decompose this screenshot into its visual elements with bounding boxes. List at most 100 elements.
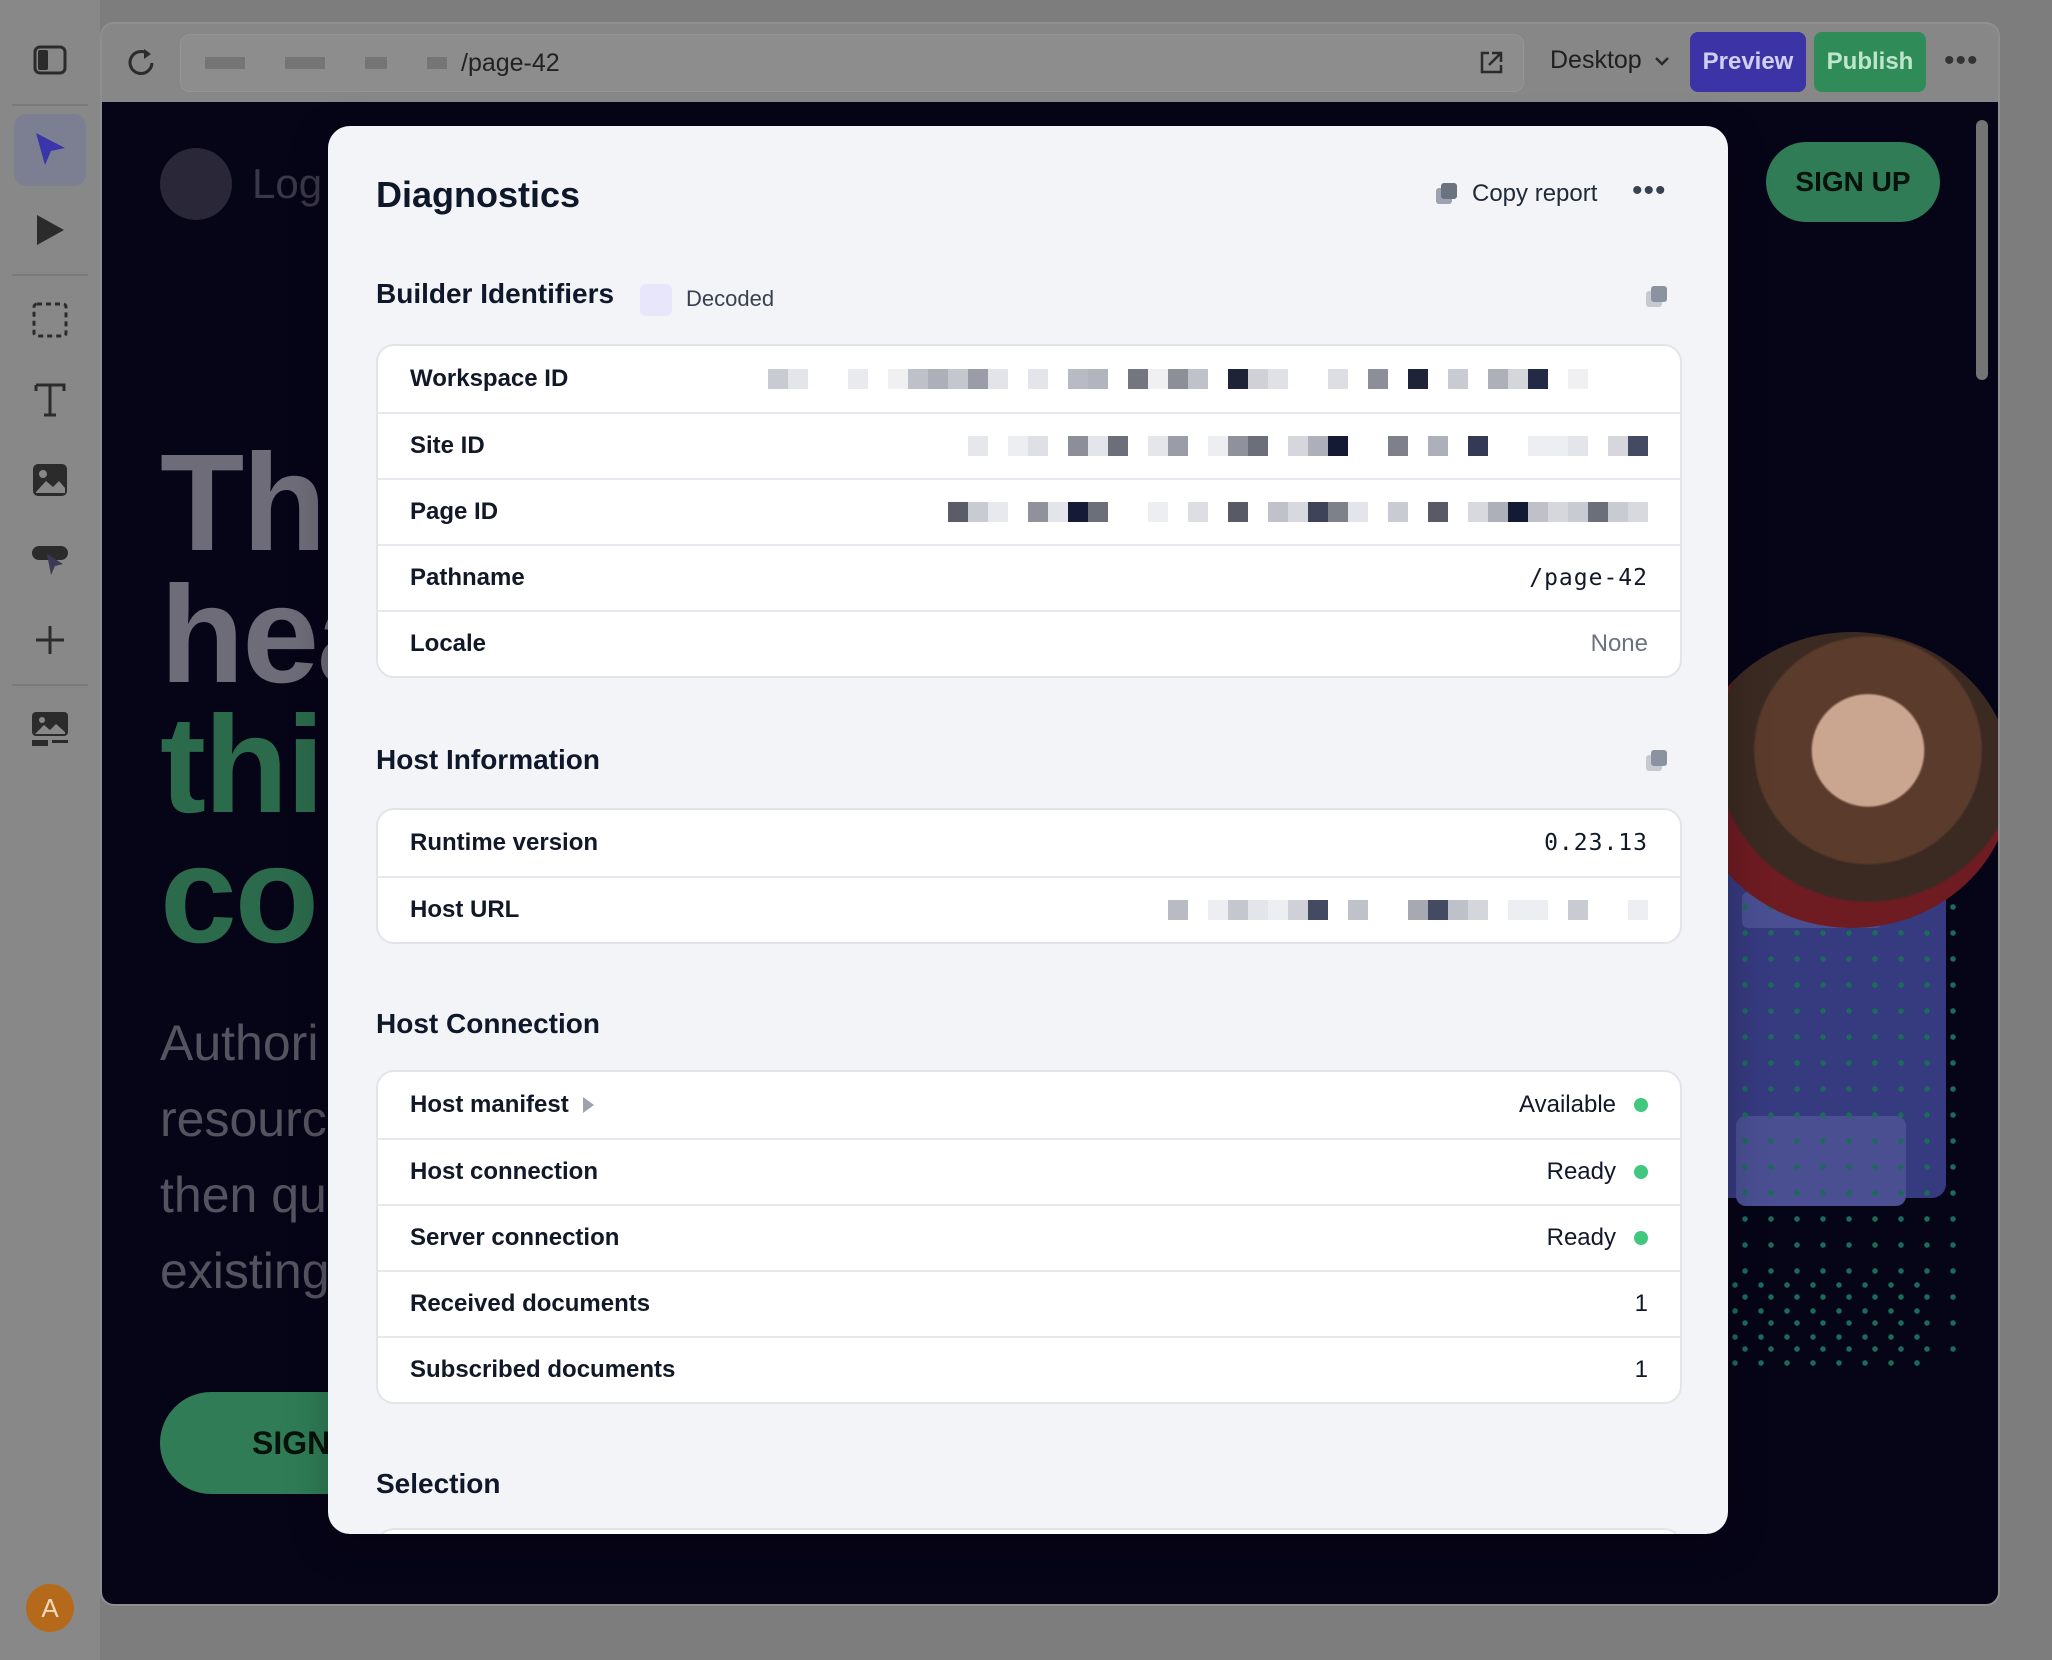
copy-icon[interactable]: [1644, 748, 1670, 779]
row-value-wrap: Ready: [1547, 1224, 1648, 1252]
chevron-down-icon: [1654, 56, 1669, 66]
table-row[interactable]: Host manifest Available: [378, 1072, 1680, 1138]
row-key: Host connection: [410, 1158, 599, 1185]
frame-tool-icon[interactable]: [14, 284, 86, 356]
sidebar-toggle-icon[interactable]: [14, 24, 86, 96]
table-row: Site ID: [378, 412, 1680, 478]
decorative-dot-grid: [1722, 1272, 1932, 1372]
row-key: Runtime version: [410, 829, 599, 856]
select-tool-icon[interactable]: [14, 114, 86, 186]
status-dot-icon: [1634, 1165, 1648, 1179]
table-row: Received documents 1: [378, 1270, 1680, 1336]
hero-subtext-line: then qu: [160, 1167, 327, 1223]
canvas-scrollbar[interactable]: [1976, 120, 1988, 380]
divider: [12, 104, 88, 106]
copy-icon: [1436, 183, 1457, 204]
decoded-toggle[interactable]: [640, 284, 672, 316]
table-row: Host connection Ready: [378, 1138, 1680, 1204]
url-bar[interactable]: /page-42: [180, 34, 1524, 92]
section-title-selection: Selection: [376, 1468, 501, 1499]
row-value: 0.23.13: [1544, 830, 1648, 856]
profile-photo: [1692, 632, 1998, 928]
section-title-host-info: Host Information: [376, 744, 600, 775]
tool-rail: A: [0, 0, 100, 1660]
decoded-label: Decoded: [686, 286, 775, 311]
interaction-tool-icon[interactable]: [14, 524, 86, 596]
hero-heading-line: co: [160, 818, 319, 972]
site-logo-icon: [160, 148, 232, 220]
expand-caret-icon[interactable]: [582, 1097, 594, 1113]
avatar[interactable]: A: [26, 1584, 74, 1632]
row-key: Page ID: [410, 498, 499, 525]
table-row: Pathname /page-42: [378, 544, 1680, 610]
device-select[interactable]: Desktop: [1550, 46, 1670, 75]
status-dot-icon: [1634, 1231, 1648, 1245]
host-information-table: Runtime version 0.23.13 Host URL: [376, 808, 1682, 944]
row-value: Ready: [1546, 1158, 1616, 1185]
row-key: Received documents: [410, 1290, 651, 1317]
table-row: Workspace ID: [378, 346, 1680, 412]
preview-button[interactable]: Preview: [1690, 32, 1806, 92]
modal-title: Diagnostics: [376, 174, 581, 215]
redacted-value: [768, 367, 1648, 391]
assets-icon[interactable]: [14, 694, 86, 766]
redacted-value: [968, 434, 1648, 458]
more-options-icon[interactable]: •••: [1944, 44, 1979, 78]
redacted-host: [285, 57, 325, 69]
row-value: 1: [1634, 1290, 1648, 1317]
url-path: /page-42: [461, 48, 560, 77]
site-logo-text: Log: [252, 160, 323, 207]
row-key: Host URL: [410, 896, 520, 923]
selection-table: [376, 1528, 1682, 1534]
table-row: Runtime version 0.23.13: [378, 810, 1680, 876]
table-row: Locale None: [378, 610, 1680, 676]
open-external-icon[interactable]: [1477, 49, 1505, 82]
table-row: Server connection Ready: [378, 1204, 1680, 1270]
publish-button[interactable]: Publish: [1814, 32, 1926, 92]
add-icon[interactable]: [14, 604, 86, 676]
row-value: Ready: [1546, 1224, 1616, 1251]
redacted-host: [205, 57, 245, 69]
table-row: Host URL: [378, 876, 1680, 942]
divider: [12, 684, 88, 686]
play-icon[interactable]: [14, 194, 86, 266]
hero-subtext-line: existing: [160, 1243, 330, 1299]
table-row: Subscribed documents 1: [378, 1336, 1680, 1402]
redacted-value: [1168, 898, 1648, 922]
text-tool-icon[interactable]: [14, 364, 86, 436]
row-key: Workspace ID: [410, 365, 569, 392]
top-bar: /page-42 Desktop Preview Publish •••: [102, 24, 1998, 102]
row-value-wrap: Ready: [1547, 1158, 1648, 1186]
section-title-host-connection: Host Connection: [376, 1008, 600, 1039]
redacted-host: [427, 57, 447, 69]
row-key: Locale: [410, 630, 487, 657]
row-value: None: [1590, 630, 1648, 657]
row-key: Subscribed documents: [410, 1356, 676, 1383]
device-label: Desktop: [1550, 46, 1642, 74]
row-value-wrap: Available: [1519, 1091, 1648, 1119]
builder-identifiers-table: Workspace ID Site ID Page ID Pathname /p…: [376, 344, 1682, 678]
site-signup-button[interactable]: SIGN UP: [1766, 142, 1940, 222]
row-value: Available: [1519, 1091, 1616, 1118]
row-key: Pathname: [410, 564, 525, 591]
hero-subtext-line: Authori: [160, 1015, 319, 1071]
redacted-host: [365, 57, 387, 69]
row-key: Host manifest: [410, 1091, 569, 1118]
status-dot-icon: [1634, 1098, 1648, 1112]
section-title-builder: Builder Identifiers: [376, 278, 615, 309]
more-options-icon[interactable]: •••: [1632, 174, 1667, 208]
row-value: /page-42: [1529, 565, 1648, 591]
redacted-value: [948, 500, 1648, 524]
divider: [12, 274, 88, 276]
copy-report-label: Copy report: [1472, 180, 1598, 207]
row-key: Site ID: [410, 432, 485, 459]
hero-subtext-line: resourc: [160, 1091, 327, 1147]
reload-icon[interactable]: [118, 40, 164, 86]
copy-report-button[interactable]: Copy report: [1434, 180, 1597, 208]
row-key: Server connection: [410, 1224, 620, 1251]
hero-heading-line: thi: [160, 688, 325, 842]
image-tool-icon[interactable]: [14, 444, 86, 516]
copy-icon[interactable]: [1644, 284, 1670, 315]
table-row: Page ID: [378, 478, 1680, 544]
row-key-wrap: Host manifest: [410, 1091, 594, 1119]
